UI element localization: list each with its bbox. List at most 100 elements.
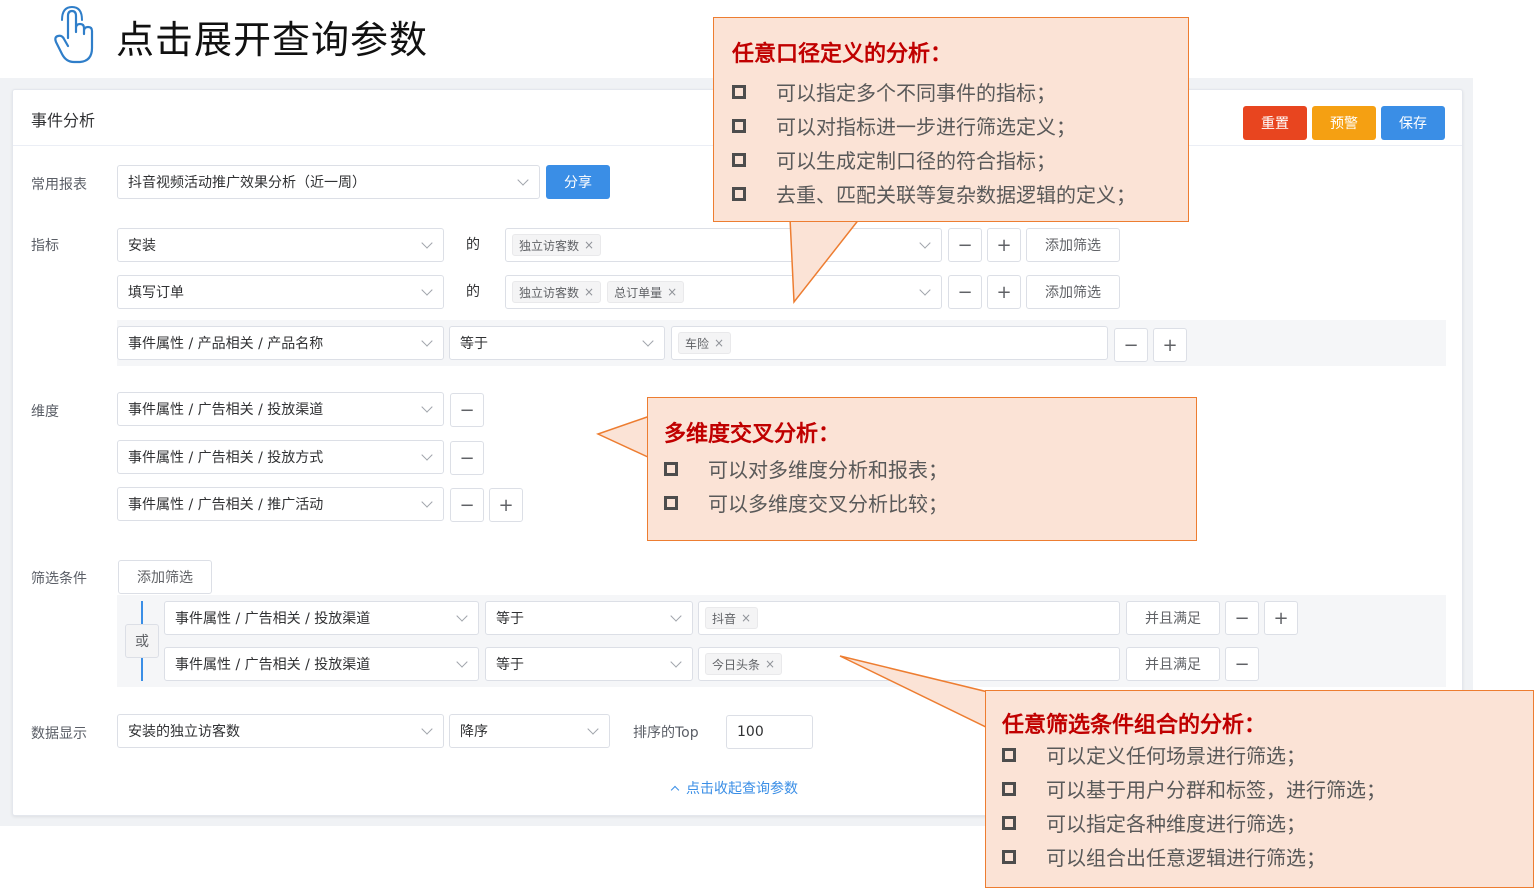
filter-operator-select-2[interactable]: 等于 [485,647,693,681]
or-toggle-button[interactable]: 或 [125,624,159,658]
tag-label: 独立访客数 [519,238,580,253]
square-bullet-icon [732,152,746,167]
metric-event-select-1[interactable]: 安装 [117,228,444,262]
close-icon[interactable]: × [667,285,677,299]
callout-item-text: 可以组合出任意逻辑进行筛选； [1046,846,1326,870]
sort-order-select[interactable]: 降序 [449,714,610,748]
metric-measure-select-1[interactable]: 独立访客数 × [505,228,942,262]
square-bullet-icon [732,118,746,133]
add-dimension-button[interactable]: + [489,488,523,522]
sort-order-value: 降序 [460,724,488,740]
callout-item-text: 可以定义任何场景进行筛选； [1046,744,1306,768]
close-icon[interactable]: × [714,336,724,350]
close-icon[interactable]: × [584,285,594,299]
callout-item: 可以组合出任意逻辑进行筛选； [1002,842,1326,871]
chevron-down-icon [421,723,433,735]
and-condition-button[interactable]: 并且满足 [1126,601,1220,635]
close-icon[interactable]: × [741,611,751,625]
dimension-value: 事件属性 / 广告相关 / 推广活动 [128,497,324,513]
top-value: 100 [737,724,764,740]
operator-value: 等于 [496,657,524,673]
callout-item: 可以生成定制口径的符合指标； [732,145,1056,174]
callout-item-text: 可以对多维度分析和报表； [708,458,948,482]
square-bullet-icon [1002,747,1016,762]
remove-condition-button[interactable]: − [1225,601,1259,635]
filter-field-select-1[interactable]: 事件属性 / 广告相关 / 投放渠道 [164,601,479,635]
reset-button[interactable]: 重置 [1243,106,1307,140]
callout-pointer [789,216,862,305]
chevron-down-icon [421,449,433,461]
add-filter-condition-button[interactable]: + [1153,328,1187,362]
chevron-up-icon [670,785,680,795]
page-heading: 点击展开查询参数 [50,6,428,66]
chevron-down-icon [642,335,654,347]
page-title: 点击展开查询参数 [116,17,429,62]
share-button[interactable]: 分享 [546,165,610,199]
tag-label: 抖音 [712,611,737,626]
operator-value: 等于 [460,336,488,352]
filter-value-select-1[interactable]: 抖音 × [698,601,1120,635]
top-input[interactable]: 100 [726,715,813,749]
metric-event-value: 填写订单 [128,285,184,301]
callout-title: 多维度交叉分析： [664,422,841,447]
callout-item: 去重、匹配关联等复杂数据逻辑的定义； [732,179,1136,208]
chevron-down-icon [587,723,599,735]
callout-item-text: 可以指定各种维度进行筛选； [1046,812,1306,836]
remove-metric-button[interactable]: − [948,228,982,262]
metric-filter-operator-select[interactable]: 等于 [449,326,665,360]
tag: 车险 × [678,332,732,354]
remove-metric-button[interactable]: − [948,275,982,309]
metric-event-value: 安装 [128,238,156,254]
chevron-down-icon [670,656,682,668]
panel-title: 事件分析 [31,111,96,130]
filter-operator-select-1[interactable]: 等于 [485,601,693,635]
close-icon[interactable]: × [765,657,775,671]
add-filter-button[interactable]: 添加筛选 [1026,228,1120,262]
remove-dimension-button[interactable]: − [450,441,484,475]
callout-title: 任意筛选条件组合的分析： [1002,713,1267,738]
metric-filter-field-select[interactable]: 事件属性 / 产品相关 / 产品名称 [117,326,444,360]
metric-filter-value-select[interactable]: 车险 × [671,326,1108,360]
square-bullet-icon [1002,815,1016,830]
alert-button[interactable]: 预警 [1312,106,1376,140]
add-global-filter-button[interactable]: 添加筛选 [118,560,212,594]
callout-item: 可以多维度交叉分析比较； [664,488,948,517]
metric-measure-select-2[interactable]: 独立访客数 × 总订单量 × [505,275,942,309]
collapse-link[interactable]: 点击收起查询参数 [668,778,798,798]
remove-condition-button[interactable]: − [1225,647,1259,681]
and-condition-button[interactable]: 并且满足 [1126,647,1220,681]
field-value: 事件属性 / 产品相关 / 产品名称 [128,336,324,352]
remove-filter-button[interactable]: − [1114,328,1148,362]
add-filter-button[interactable]: 添加筛选 [1026,275,1120,309]
dimension-select-1[interactable]: 事件属性 / 广告相关 / 投放渠道 [117,392,444,426]
filter-field-select-2[interactable]: 事件属性 / 广告相关 / 投放渠道 [164,647,479,681]
save-button[interactable]: 保存 [1381,106,1445,140]
display-metric-select[interactable]: 安装的独立访客数 [117,714,444,748]
callout-item-text: 可以基于用户分群和标签，进行筛选； [1046,778,1386,802]
add-condition-button[interactable]: + [1264,601,1298,635]
callout-item-text: 可以多维度交叉分析比较； [708,492,948,516]
callout-item: 可以对多维度分析和报表； [664,454,948,483]
tag-label: 今日头条 [712,657,761,672]
remove-dimension-button[interactable]: − [450,393,484,427]
dimension-select-2[interactable]: 事件属性 / 广告相关 / 投放方式 [117,440,444,474]
metric-event-select-2[interactable]: 填写订单 [117,275,444,309]
square-bullet-icon [664,461,678,476]
square-bullet-icon [664,495,678,510]
tag: 抖音 × [705,607,759,629]
dimension-select-3[interactable]: 事件属性 / 广告相关 / 推广活动 [117,487,444,521]
add-metric-button[interactable]: + [987,275,1021,309]
chevron-down-icon [421,335,433,347]
operator-value: 等于 [496,611,524,627]
chevron-down-icon [517,174,529,186]
close-icon[interactable]: × [584,238,594,252]
remove-dimension-button[interactable]: − [450,488,484,522]
pointing-hand-icon [54,6,94,64]
collapse-text: 点击收起查询参数 [686,781,798,797]
chevron-down-icon [421,401,433,413]
callout-item: 可以基于用户分群和标签，进行筛选； [1002,774,1386,803]
add-metric-button[interactable]: + [987,228,1021,262]
common-report-select[interactable]: 抖音视频活动推广效果分析（近一周） [117,165,540,199]
square-bullet-icon [732,84,746,99]
callout-item: 可以指定各种维度进行筛选； [1002,808,1306,837]
